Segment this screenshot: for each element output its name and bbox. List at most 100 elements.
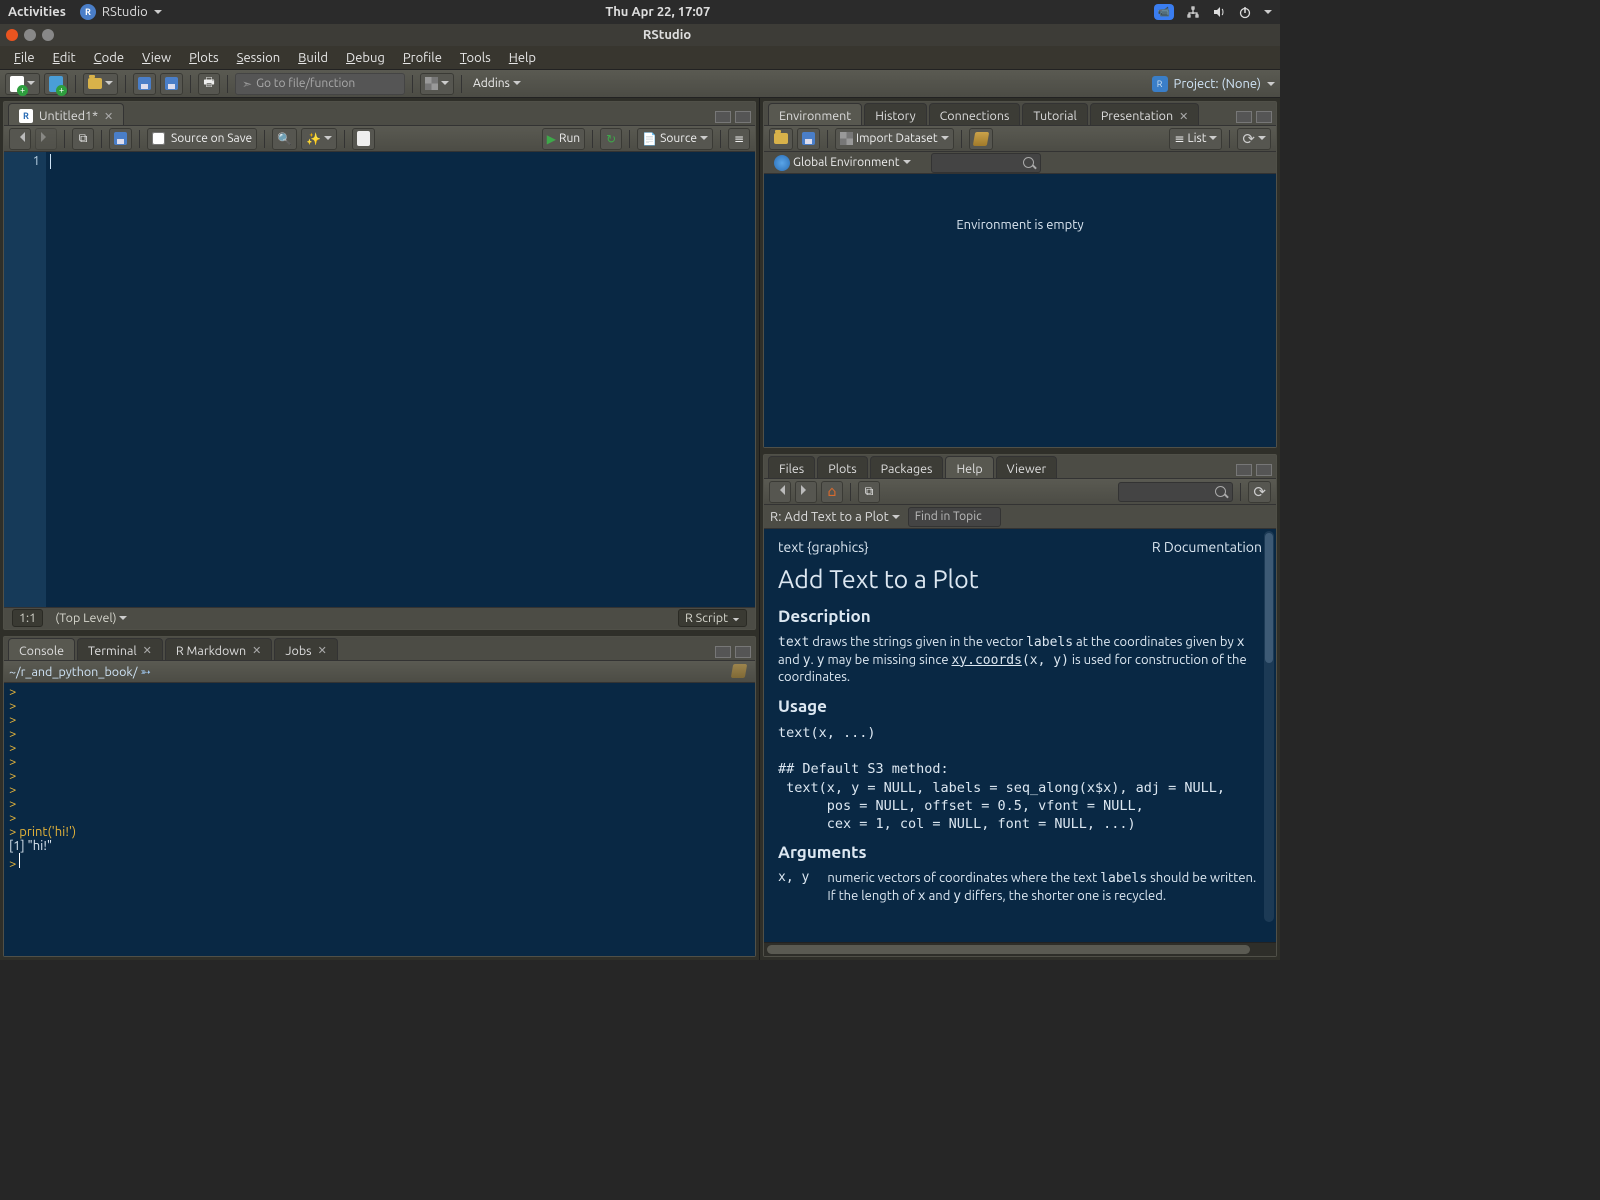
console-path[interactable]: ~/r_and_python_book/ ➳ <box>9 664 151 679</box>
console-output[interactable]: > > > > > > > > > > > print('hi!')[1] "h… <box>4 683 755 956</box>
help-popout-button[interactable]: ⧉ <box>858 481 880 503</box>
tab-history[interactable]: History <box>864 103 926 125</box>
outline-button[interactable]: ≡ <box>728 128 750 150</box>
print-button[interactable]: 🖶 <box>198 73 220 95</box>
tab-viewer[interactable]: Viewer <box>996 456 1058 478</box>
tab-help[interactable]: Help <box>945 456 993 478</box>
network-icon[interactable] <box>1186 5 1200 19</box>
tab-connections[interactable]: Connections <box>929 103 1021 125</box>
close-icon[interactable]: ✕ <box>318 644 327 657</box>
source-editor[interactable]: 1 <box>4 152 755 607</box>
pane-minimize-icon[interactable] <box>1236 111 1252 123</box>
save-all-button[interactable] <box>160 73 183 95</box>
back-button[interactable] <box>9 128 31 150</box>
tab-console[interactable]: Console <box>8 638 75 660</box>
pane-maximize-icon[interactable] <box>735 111 751 123</box>
close-icon[interactable]: ✕ <box>252 644 261 657</box>
help-home-button[interactable]: ⌂ <box>821 481 843 503</box>
find-button[interactable]: 🔍 <box>272 128 297 150</box>
help-content[interactable]: text {graphics} R Documentation Add Text… <box>764 529 1276 942</box>
pane-minimize-icon[interactable] <box>715 646 731 658</box>
pane-maximize-icon[interactable] <box>1256 464 1272 476</box>
source-on-save-checkbox[interactable]: Source on Save <box>147 128 257 150</box>
pane-minimize-icon[interactable] <box>715 111 731 123</box>
menu-view[interactable]: View <box>134 49 179 67</box>
env-view-mode[interactable]: ≡List <box>1169 128 1222 150</box>
load-workspace-button[interactable] <box>769 128 793 150</box>
addins-button[interactable]: Addins <box>469 73 525 95</box>
window-close-icon[interactable] <box>6 29 18 41</box>
run-button[interactable]: ▶Run <box>542 128 585 150</box>
clear-env-button[interactable] <box>969 128 993 150</box>
popout-button[interactable]: ⧉ <box>72 128 94 150</box>
wand-button[interactable]: ✨ <box>301 128 337 150</box>
new-project-button[interactable] <box>44 73 68 95</box>
app-menu[interactable]: R RStudio <box>80 4 162 20</box>
help-refresh-button[interactable]: ⟳ <box>1248 481 1271 503</box>
menu-file[interactable]: File <box>6 49 43 67</box>
close-icon[interactable]: ✕ <box>143 644 152 657</box>
save-button[interactable] <box>133 73 156 95</box>
help-breadcrumb[interactable]: R: Add Text to a Plot <box>770 510 900 524</box>
workspace-panes-button[interactable] <box>420 73 454 95</box>
tab-rmarkdown[interactable]: R Markdown✕ <box>165 638 272 660</box>
menu-tools[interactable]: Tools <box>452 49 499 67</box>
tab-presentation[interactable]: Presentation✕ <box>1090 103 1200 125</box>
env-scope[interactable]: Global Environment <box>770 152 915 174</box>
source-tab-untitled1[interactable]: R Untitled1* ✕ <box>8 103 124 125</box>
help-back-button[interactable] <box>769 481 791 503</box>
scrollbar-thumb[interactable] <box>1265 533 1273 663</box>
sound-icon[interactable] <box>1212 5 1226 19</box>
menu-code[interactable]: Code <box>86 49 132 67</box>
goto-file-input[interactable]: ➣ Go to file/function <box>235 73 405 95</box>
env-search-input[interactable] <box>931 153 1041 173</box>
new-file-button[interactable] <box>5 73 40 95</box>
cursor-position[interactable]: 1:1 <box>12 609 43 627</box>
menu-session[interactable]: Session <box>229 49 288 67</box>
tab-files[interactable]: Files <box>768 456 815 478</box>
close-icon[interactable]: ✕ <box>1179 110 1188 123</box>
scrollbar-vertical[interactable] <box>1264 531 1274 922</box>
tab-tutorial[interactable]: Tutorial <box>1022 103 1087 125</box>
tab-terminal[interactable]: Terminal✕ <box>77 638 163 660</box>
menu-profile[interactable]: Profile <box>395 49 450 67</box>
source-button[interactable]: 📄Source <box>637 128 713 150</box>
save-workspace-button[interactable] <box>797 128 820 150</box>
find-in-topic-input[interactable]: Find in Topic <box>908 507 1001 527</box>
xy-coords-link[interactable]: xy.coords <box>951 653 1021 668</box>
menu-plots[interactable]: Plots <box>181 49 227 67</box>
rerun-button[interactable]: ↻ <box>600 128 622 150</box>
scrollbar-thumb[interactable] <box>767 945 1250 954</box>
refresh-env-button[interactable]: ⟳ <box>1237 128 1271 150</box>
menu-build[interactable]: Build <box>290 49 336 67</box>
menu-edit[interactable]: Edit <box>45 49 84 67</box>
activities-button[interactable]: Activities <box>8 5 66 19</box>
menu-debug[interactable]: Debug <box>338 49 393 67</box>
menu-help[interactable]: Help <box>501 49 544 67</box>
tab-plots[interactable]: Plots <box>817 456 867 478</box>
pane-maximize-icon[interactable] <box>735 646 751 658</box>
chevron-down-icon[interactable] <box>1264 5 1272 19</box>
pane-maximize-icon[interactable] <box>1256 111 1272 123</box>
save-source-button[interactable] <box>109 128 132 150</box>
scrollbar-horizontal[interactable] <box>764 942 1276 956</box>
tab-jobs[interactable]: Jobs✕ <box>274 638 337 660</box>
scope-selector[interactable]: (Top Level) <box>55 611 127 625</box>
file-type-selector[interactable]: R Script <box>678 609 747 627</box>
clear-console-button[interactable] <box>728 660 750 682</box>
import-dataset-button[interactable]: Import Dataset <box>835 128 954 150</box>
power-icon[interactable] <box>1238 5 1252 19</box>
tab-packages[interactable]: Packages <box>870 456 944 478</box>
window-maximize-icon[interactable] <box>42 29 54 41</box>
help-forward-button[interactable] <box>795 481 817 503</box>
zoom-indicator-icon[interactable]: 📹 <box>1154 4 1174 20</box>
help-search-input[interactable] <box>1118 482 1233 502</box>
project-menu[interactable]: R Project: (None) <box>1152 76 1275 92</box>
close-icon[interactable]: ✕ <box>104 110 113 123</box>
compile-button[interactable] <box>352 128 375 150</box>
goto-dir-icon[interactable]: ➳ <box>140 665 150 679</box>
forward-button[interactable] <box>35 128 57 150</box>
open-file-button[interactable] <box>83 73 118 95</box>
tab-environment[interactable]: Environment <box>768 103 862 125</box>
window-minimize-icon[interactable] <box>24 29 36 41</box>
